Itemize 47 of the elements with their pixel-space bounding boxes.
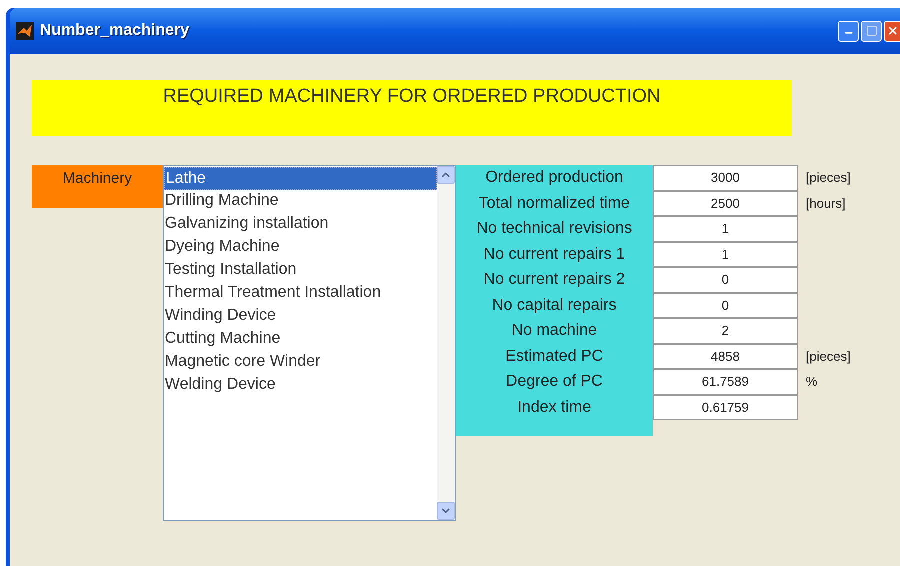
- banner: REQUIRED MACHINERY FOR ORDERED PRODUCTION: [32, 80, 792, 136]
- unit-label: [pieces]: [806, 348, 851, 366]
- scroll-down-button[interactable]: [437, 502, 455, 520]
- unit-label: %: [806, 373, 818, 391]
- value-field[interactable]: 2500: [653, 190, 798, 216]
- list-item[interactable]: Drilling Machine: [164, 190, 437, 213]
- parameter-label: No current repairs 1: [482, 244, 626, 264]
- maximize-icon: [866, 25, 878, 37]
- unit-label: [pieces]: [806, 169, 851, 187]
- close-button[interactable]: [884, 20, 900, 42]
- value-field[interactable]: 0.61759: [653, 394, 798, 420]
- parameter-label: No capital repairs: [491, 296, 618, 316]
- logo-icon: [16, 22, 34, 40]
- value-field[interactable]: 3000: [653, 165, 798, 190]
- list-item[interactable]: Galvanizing installation: [164, 213, 437, 236]
- value-field[interactable]: 2: [653, 318, 798, 344]
- close-icon: [886, 25, 898, 37]
- value-field[interactable]: 0: [653, 267, 798, 292]
- parameter-label: Degree of PC: [505, 372, 604, 392]
- parameter-label: Total normalized time: [478, 194, 632, 214]
- scroll-up-button[interactable]: [437, 166, 455, 184]
- unit-label: [hours]: [806, 194, 846, 213]
- window-title: Number_machinery: [40, 21, 190, 41]
- parameter-label: Index time: [516, 398, 592, 418]
- scrollbar[interactable]: [437, 166, 455, 520]
- parameter-label: Ordered production: [484, 168, 624, 188]
- value-field[interactable]: 4858: [653, 344, 798, 369]
- machinery-listbox[interactable]: Lathe Drilling Machine Galvanizing installation Dyeing Machine Testing Installation Thermal Treatment Installation Winding Device Cutting Machine Magnetic core Winder Welding Device: [163, 165, 456, 521]
- parameter-label: Estimated PC: [504, 346, 604, 366]
- list-item[interactable]: Testing Installation: [164, 259, 437, 282]
- list-item[interactable]: Winding Device: [164, 305, 437, 328]
- parameter-label: No current repairs 2: [482, 270, 626, 290]
- minimize-button[interactable]: [838, 20, 859, 42]
- list-item[interactable]: Cutting Machine: [164, 328, 437, 351]
- machinery-label: Machinery: [32, 165, 163, 208]
- value-field[interactable]: 61.7589: [653, 369, 798, 394]
- list-item[interactable]: Welding Device: [164, 374, 437, 397]
- list-item[interactable]: Dyeing Machine: [164, 236, 437, 259]
- list-item[interactable]: Thermal Treatment Installation: [164, 282, 437, 305]
- list-item[interactable]: Magnetic core Winder: [164, 351, 437, 374]
- parameter-label: No technical revisions: [476, 219, 634, 239]
- maximize-button[interactable]: [861, 20, 882, 42]
- value-field[interactable]: 1: [653, 242, 798, 267]
- value-field[interactable]: 1: [653, 216, 798, 242]
- parameter-label: No machine: [510, 321, 598, 341]
- list-item[interactable]: Lathe: [164, 167, 437, 190]
- value-field[interactable]: 0: [653, 292, 798, 318]
